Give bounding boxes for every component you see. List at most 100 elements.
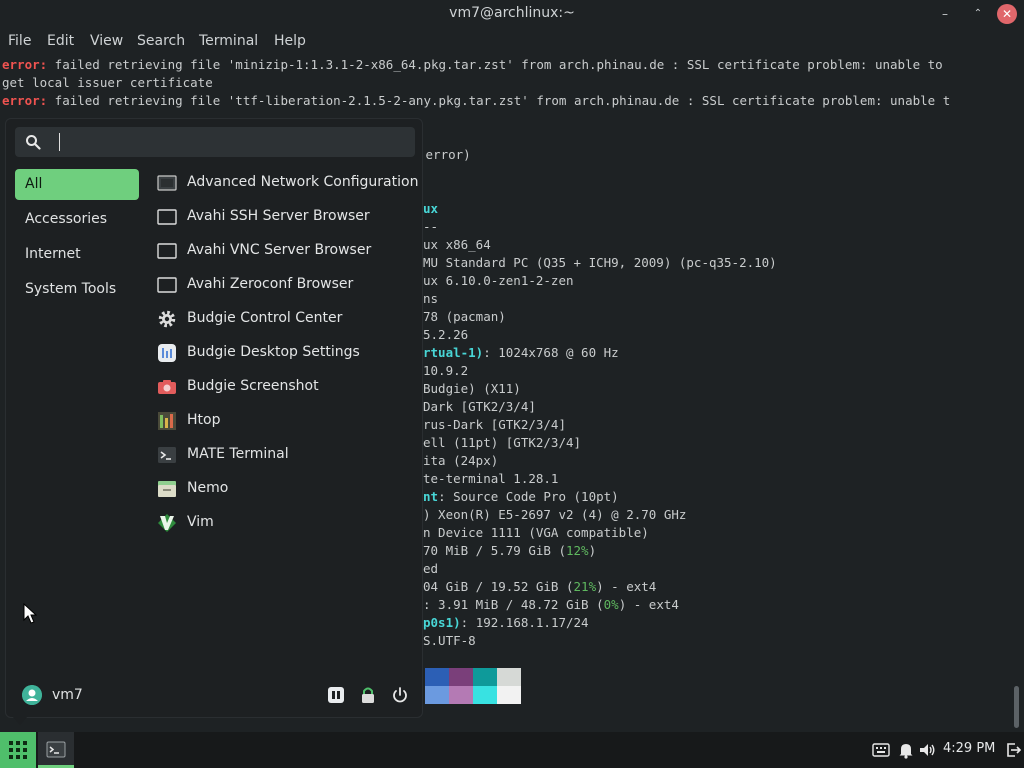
palette-swatch xyxy=(449,668,473,686)
palette-swatch xyxy=(473,686,497,704)
avahi-zeroconf-icon xyxy=(157,277,177,293)
keyboard-icon[interactable] xyxy=(872,741,890,759)
budgie-settings-icon xyxy=(158,344,176,362)
terminal-line: 70 MiB / 5.79 GiB (12%) xyxy=(423,543,597,558)
app-htop[interactable]: Htop xyxy=(157,406,415,436)
close-button[interactable]: ✕ xyxy=(997,4,1017,24)
terminal-line: error: failed retrieving file 'minizip-1… xyxy=(2,57,943,72)
menu-terminal[interactable]: Terminal xyxy=(199,33,258,49)
palette-swatch xyxy=(425,668,449,686)
app-label: Budgie Desktop Settings xyxy=(187,344,360,360)
gear-icon xyxy=(158,310,176,328)
settings-icon[interactable] xyxy=(326,685,346,705)
notification-bell-icon[interactable] xyxy=(897,741,915,759)
terminal-line: ux 6.10.0-zen1-2-zen xyxy=(423,273,574,288)
category-internet[interactable]: Internet xyxy=(15,239,139,270)
terminal-scrollbar[interactable] xyxy=(1014,686,1019,728)
window-title: vm7@archlinux:~ xyxy=(449,5,575,21)
htop-icon xyxy=(158,412,176,430)
grid-icon xyxy=(9,741,27,759)
terminal-line: ns xyxy=(423,291,439,306)
app-budgie-screenshot[interactable]: Budgie Screenshot xyxy=(157,372,415,402)
terminal-line: error) xyxy=(418,147,471,162)
text-caret xyxy=(59,133,60,151)
title-bar[interactable]: vm7@archlinux:~ – ⌃ ✕ xyxy=(0,0,1024,28)
terminal-line: rus-Dark [GTK2/3/4] xyxy=(423,417,566,432)
terminal-line: ux xyxy=(423,201,439,216)
search-icon xyxy=(26,135,41,150)
menu-bar: File Edit View Search Terminal Help xyxy=(0,30,1024,54)
app-avahi-zeroconf-browser[interactable]: Avahi Zeroconf Browser xyxy=(157,270,415,300)
menu-search[interactable]: Search xyxy=(137,33,185,49)
taskbar-terminal[interactable] xyxy=(38,732,74,768)
avahi-vnc-icon xyxy=(157,243,177,259)
app-label: Avahi VNC Server Browser xyxy=(187,242,372,258)
maximize-button[interactable]: ⌃ xyxy=(969,5,987,23)
app-avahi-vnc-server-browser[interactable]: Avahi VNC Server Browser xyxy=(157,236,415,266)
terminal-line: 78 (pacman) xyxy=(423,309,506,324)
app-label: Avahi Zeroconf Browser xyxy=(187,276,354,292)
logout-icon[interactable] xyxy=(1004,741,1022,759)
app-advanced-network-configuration[interactable]: Advanced Network Configuration xyxy=(157,168,419,198)
power-icon[interactable] xyxy=(390,685,410,705)
app-label: Nemo xyxy=(187,480,229,496)
terminal-line: n Device 1111 (VGA compatible) xyxy=(423,525,649,540)
minimize-button[interactable]: – xyxy=(936,5,954,23)
menu-view[interactable]: View xyxy=(90,33,123,49)
app-mate-terminal[interactable]: MATE Terminal xyxy=(157,440,415,470)
folder-icon xyxy=(158,481,176,497)
app-label: Htop xyxy=(187,412,221,428)
search-box[interactable] xyxy=(15,127,415,157)
app-label: MATE Terminal xyxy=(187,446,289,462)
app-avahi-ssh-server-browser[interactable]: Avahi SSH Server Browser xyxy=(157,202,415,232)
app-label: Budgie Control Center xyxy=(187,310,343,326)
terminal-line: get local issuer certificate xyxy=(2,75,213,90)
search-input[interactable] xyxy=(51,131,401,153)
lock-icon[interactable] xyxy=(358,685,378,705)
volume-icon[interactable] xyxy=(918,741,936,759)
terminal-line: S.UTF-8 xyxy=(423,633,476,648)
category-accessories[interactable]: Accessories xyxy=(15,204,139,235)
app-nemo[interactable]: Nemo xyxy=(157,474,415,504)
bottom-panel: 4:29 PM xyxy=(0,732,1024,768)
terminal-line: error: failed retrieving file 'ttf-liber… xyxy=(2,93,951,108)
app-label: Budgie Screenshot xyxy=(187,378,319,394)
clock[interactable]: 4:29 PM xyxy=(943,741,995,756)
terminal-icon xyxy=(158,447,176,463)
network-icon xyxy=(157,175,177,191)
terminal-line: 04 GiB / 19.52 GiB (21%) - ext4 xyxy=(423,579,657,594)
terminal-line: Budgie) (X11) xyxy=(423,381,521,396)
terminal-line: rtual-1): 1024x768 @ 60 Hz xyxy=(423,345,619,360)
terminal-line: ux x86_64 xyxy=(423,237,491,252)
terminal-line: MU Standard PC (Q35 + ICH9, 2009) (pc-q3… xyxy=(423,255,777,270)
terminal-line: : 3.91 MiB / 48.72 GiB (0%) - ext4 xyxy=(423,597,679,612)
palette-swatch xyxy=(449,686,473,704)
app-label: Advanced Network Configuration xyxy=(187,174,419,190)
menu-pointer xyxy=(12,716,28,725)
terminal-line: ell (11pt) [GTK2/3/4] xyxy=(423,435,582,450)
terminal-line: ) Xeon(R) E5-2697 v2 (4) @ 2.70 GHz xyxy=(423,507,687,522)
terminal-line: nt: Source Code Pro (10pt) xyxy=(423,489,619,504)
app-vim[interactable]: Vim xyxy=(157,508,415,538)
terminal-line: Dark [GTK2/3/4] xyxy=(423,399,536,414)
app-menu: All Accessories Internet System Tools Ad… xyxy=(5,118,423,718)
app-menu-button[interactable] xyxy=(0,732,36,768)
category-system-tools[interactable]: System Tools xyxy=(15,274,139,305)
terminal-line: -- xyxy=(423,219,439,234)
terminal-line: ita (24px) xyxy=(423,453,499,468)
app-label: Vim xyxy=(187,514,214,530)
app-budgie-control-center[interactable]: Budgie Control Center xyxy=(157,304,415,334)
palette-swatch xyxy=(497,686,521,704)
avahi-ssh-icon xyxy=(157,209,177,225)
menu-edit[interactable]: Edit xyxy=(47,33,74,49)
menu-help[interactable]: Help xyxy=(274,33,306,49)
menu-file[interactable]: File xyxy=(8,33,31,49)
user-name[interactable]: vm7 xyxy=(52,687,83,703)
user-avatar-icon[interactable] xyxy=(22,685,42,705)
vim-icon xyxy=(158,514,176,532)
terminal-icon xyxy=(46,741,66,758)
category-all[interactable]: All xyxy=(15,169,139,200)
palette-swatch xyxy=(425,686,449,704)
app-budgie-desktop-settings[interactable]: Budgie Desktop Settings xyxy=(157,338,415,368)
terminal-line: te-terminal 1.28.1 xyxy=(423,471,559,486)
